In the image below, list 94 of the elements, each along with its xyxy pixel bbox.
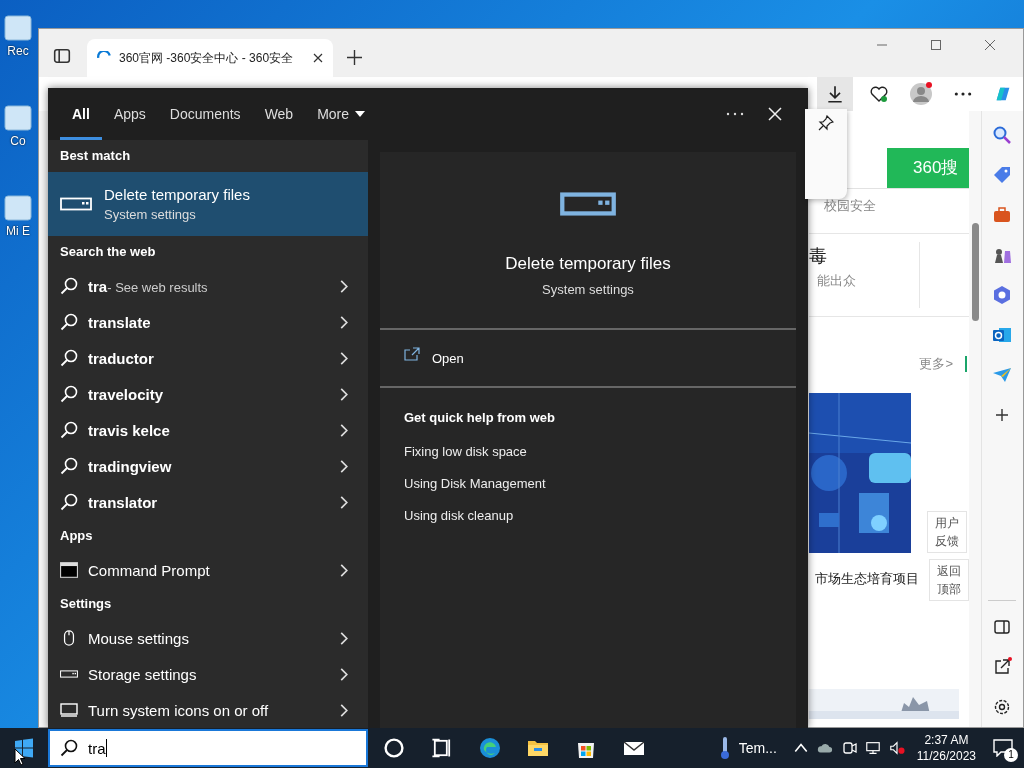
browser-icon[interactable] [478,736,502,760]
external-link-icon[interactable] [992,657,1012,677]
chevron-right-icon [340,563,348,577]
search-icon [60,493,78,511]
back-to-top-button[interactable]: 返回顶部 [929,559,969,601]
filter-tab[interactable]: Apps [101,88,158,140]
loading-spinner-icon [97,51,111,59]
section-header: Settings [59,595,113,613]
sidebar-toggle-icon[interactable] [53,47,71,65]
drive-icon [60,197,92,211]
thermometer-icon [718,736,731,760]
help-link[interactable]: Fixing low disk space [404,444,772,459]
pin-icon[interactable] [818,115,834,131]
search-field[interactable]: tra [48,729,368,767]
help-link[interactable]: Using Disk Management [404,476,772,491]
open-action[interactable]: Open [380,330,796,386]
heart-pulse-icon[interactable] [869,84,889,104]
more-icon[interactable] [726,112,744,116]
console-icon [60,562,78,578]
split-screen-icon[interactable] [992,617,1012,637]
search-icon [60,385,78,403]
web-suggestion[interactable]: translator [48,484,368,520]
web-suggestion[interactable]: tra- See web results [48,268,368,304]
search-icon [60,421,78,439]
weather-widget[interactable]: Tem... [718,736,777,760]
chevron-right-icon [340,423,348,437]
result-item[interactable]: Command Prompt [48,552,368,588]
monitor-icon [60,702,78,718]
maximize-icon[interactable] [930,39,942,51]
download-button[interactable] [817,77,853,111]
chevron-right-icon [340,495,348,509]
avatar-icon[interactable] [909,82,933,106]
preview-title: Delete temporary files [505,254,671,274]
chevron-right-icon [340,351,348,365]
card-subtitle: 能出众 [817,272,857,290]
more-link[interactable]: 更多> [919,355,953,373]
clock[interactable]: 2:37 AM 11/26/2023 [916,732,976,764]
notification-button[interactable]: 1 [988,733,1018,763]
section-header: Search the web [59,243,157,261]
preview-subtitle: System settings [542,282,634,297]
nav-link[interactable]: 校园安全 [824,197,969,215]
search-icon [60,457,78,475]
result-item[interactable]: Storage settings [48,656,368,692]
section-header: Apps [59,527,94,545]
chevron-right-icon [340,631,348,645]
result-item[interactable]: Mouse settings [48,620,368,656]
web-suggestion[interactable]: travelocity [48,376,368,412]
feedback-button[interactable]: 用户反馈 [927,511,967,553]
new-tab-icon[interactable] [347,50,362,65]
web-suggestion[interactable]: travis kelce [48,412,368,448]
chevron-right-icon [340,703,348,717]
toolbox-icon[interactable] [992,205,1012,225]
search-icon[interactable] [992,125,1012,145]
news-title[interactable]: 市场生态培育项目 [809,570,928,588]
hexagon-icon[interactable] [992,285,1012,305]
help-header: Get quick help from web [404,410,556,425]
network-icon[interactable] [864,740,881,756]
volume-muted-icon[interactable] [888,740,905,756]
web-suggestion[interactable]: tradingview [48,448,368,484]
desktop-icon-label[interactable]: Co [3,134,33,148]
chevron-right-icon [340,279,348,293]
tab-indicator [965,356,967,372]
card-title: 毒 [809,245,828,268]
tag-icon[interactable] [992,165,1012,185]
search-icon [60,739,78,757]
search-icon [60,349,78,367]
web-suggestion[interactable]: traductor [48,340,368,376]
desktop-icon-label[interactable]: Rec [3,44,33,58]
chevron-right-icon [340,387,348,401]
camera-icon[interactable] [840,740,857,756]
close-icon[interactable] [313,53,323,63]
help-link[interactable]: Using disk cleanup [404,508,772,523]
browser-tab[interactable]: 360官网 -360安全中心 - 360安全 [87,39,333,77]
filter-tab[interactable]: Web [252,88,306,140]
desktop-shortcut-icon[interactable] [2,102,34,134]
filter-tab[interactable]: More [305,88,378,140]
chevron-right-icon [340,459,348,473]
search-icon [60,313,78,331]
chevron-right-icon [340,667,348,681]
section-header: Best match [59,147,132,165]
search-icon [60,277,78,295]
download-icon [825,84,845,104]
circle-icon[interactable] [382,736,406,760]
chevron-right-icon [340,315,348,329]
desktop-shortcut-icon[interactable] [2,192,34,224]
filter-tab[interactable]: Documents [157,88,253,140]
desktop-shortcut-icon[interactable] [2,12,34,44]
desktop-icon-label[interactable]: Mi E [3,224,33,238]
settings-icon[interactable] [992,697,1012,717]
result-item[interactable]: Turn system icons on or off [48,692,368,728]
mouse-cursor-icon [14,748,26,766]
open-icon [404,347,420,361]
web-suggestion[interactable]: translate [48,304,368,340]
best-match-item[interactable]: Delete temporary files System settings [48,172,368,236]
